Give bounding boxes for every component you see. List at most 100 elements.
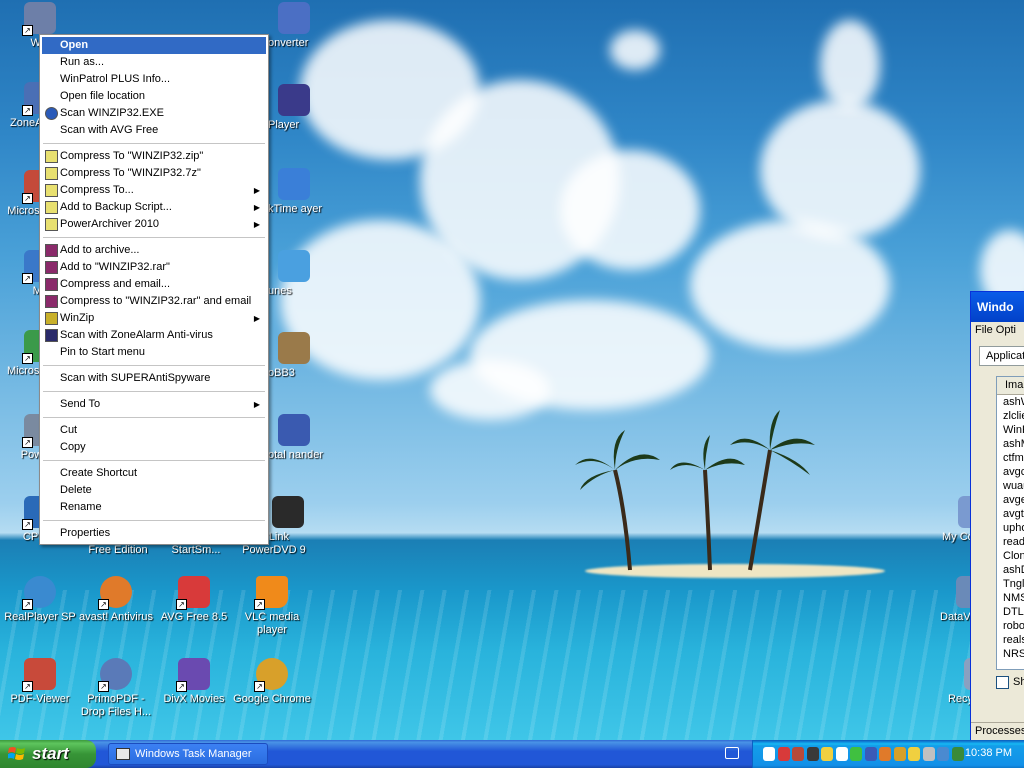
desktop-icon[interactable]: Free Edition bbox=[78, 544, 158, 557]
menu-item[interactable]: Compress and email... bbox=[42, 276, 266, 293]
process-row[interactable]: Tngl bbox=[997, 577, 1024, 591]
desktop-icon[interactable]: ↗ VLC media player bbox=[232, 576, 312, 637]
process-row[interactable]: upho bbox=[997, 521, 1024, 535]
process-row[interactable]: avge bbox=[997, 493, 1024, 507]
menu-item[interactable]: Run as... bbox=[42, 54, 266, 71]
menu-item[interactable]: Create Shortcut bbox=[42, 465, 266, 482]
desktop-icon[interactable]: ↗ DivX Movies bbox=[154, 658, 234, 706]
process-row[interactable]: zlclie bbox=[997, 409, 1024, 423]
desktop-icon-label: Google Chrome bbox=[233, 693, 311, 705]
process-row[interactable]: NRS bbox=[997, 647, 1024, 661]
menu-item[interactable]: Open bbox=[42, 37, 266, 54]
menu-item-label: Compress to "WINZIP32.rar" and email bbox=[60, 295, 252, 307]
status-processes: Processes bbox=[975, 725, 1024, 737]
monitor-tray-icon[interactable] bbox=[937, 747, 949, 761]
menu-item[interactable]: WinPatrol PLUS Info... bbox=[42, 71, 266, 88]
winpatrol-icon[interactable] bbox=[792, 747, 804, 761]
desktop-icon[interactable]: ↗ Google Chrome bbox=[232, 658, 312, 706]
menu-item[interactable]: Add to "WINZIP32.rar" bbox=[42, 259, 266, 276]
archive-icon bbox=[45, 218, 58, 231]
menu-item-label: Copy bbox=[60, 441, 86, 453]
menu-item[interactable]: Add to Backup Script... ▶ bbox=[42, 199, 266, 216]
menu-item[interactable]: Scan WINZIP32.EXE bbox=[42, 105, 266, 122]
start-button[interactable]: start bbox=[0, 740, 96, 768]
process-row[interactable]: avgc bbox=[997, 465, 1024, 479]
menu-item[interactable]: Rename bbox=[42, 499, 266, 516]
desktop-icon[interactable]: ↗ RealPlayer SP bbox=[0, 576, 80, 624]
menu-item[interactable]: Compress To "WINZIP32.zip" bbox=[42, 148, 266, 165]
menu-item-label: Compress To "WINZIP32.7z" bbox=[60, 167, 201, 179]
menu-item[interactable]: Scan with ZoneAlarm Anti-virus bbox=[42, 327, 266, 344]
keyboard-icon[interactable] bbox=[725, 747, 739, 759]
shortcut-arrow-icon: ↗ bbox=[22, 353, 33, 364]
info-tray-icon[interactable] bbox=[864, 747, 877, 761]
menu-item[interactable]: Cut bbox=[42, 422, 266, 439]
cloud bbox=[760, 100, 920, 240]
palm-trees bbox=[575, 410, 815, 571]
process-row[interactable]: read bbox=[997, 535, 1024, 549]
menu-item[interactable]: Compress to "WINZIP32.rar" and email bbox=[42, 293, 266, 310]
winzip-icon bbox=[45, 312, 58, 325]
menu-item[interactable]: WinZip ▶ bbox=[42, 310, 266, 327]
shield-tray-icon[interactable] bbox=[951, 747, 964, 761]
desktop-icon-label: StartSm... bbox=[171, 544, 221, 556]
process-row[interactable]: ctfm bbox=[997, 451, 1024, 465]
desktop-icon[interactable]: StartSm... bbox=[156, 544, 236, 557]
menu-item[interactable]: Compress To... ▶ bbox=[42, 182, 266, 199]
menu-item[interactable]: Add to archive... bbox=[42, 242, 266, 259]
process-row[interactable]: NMS bbox=[997, 591, 1024, 605]
menu-item[interactable]: Pin to Start menu bbox=[42, 344, 266, 361]
process-row[interactable]: ashM bbox=[997, 437, 1024, 451]
clock[interactable]: 10:38 PM bbox=[965, 747, 1012, 759]
warning-tray-icon[interactable] bbox=[908, 747, 920, 761]
menu-item[interactable]: PowerArchiver 2010 ▶ bbox=[42, 216, 266, 233]
menu-bar[interactable]: File Opti bbox=[971, 322, 1024, 340]
show-processes-checkbox[interactable] bbox=[996, 676, 1009, 689]
avg-tray-icon[interactable] bbox=[806, 747, 819, 761]
menu-item[interactable]: Properties bbox=[42, 525, 266, 542]
desktop-icon-label: kTime ayer bbox=[268, 203, 322, 215]
taskbar-button-task-manager[interactable]: Windows Task Manager bbox=[108, 743, 268, 765]
speaker-tray-icon[interactable] bbox=[835, 747, 848, 761]
menu-item[interactable]: Send To ▶ bbox=[42, 396, 266, 413]
menu-item[interactable]: Open file location bbox=[42, 88, 266, 105]
shortcut-arrow-icon: ↗ bbox=[254, 681, 265, 692]
process-row[interactable]: ashD bbox=[997, 563, 1024, 577]
shortcut-arrow-icon: ↗ bbox=[22, 599, 33, 610]
process-row[interactable]: avgt bbox=[997, 507, 1024, 521]
menu-item-label: Add to Backup Script... bbox=[60, 201, 172, 213]
process-row[interactable]: Clon bbox=[997, 549, 1024, 563]
desktop-icon[interactable]: ↗ PrimoPDF - Drop Files H... bbox=[76, 658, 156, 719]
chrome-tray-icon[interactable] bbox=[893, 747, 906, 761]
avast-tray-icon[interactable] bbox=[879, 747, 891, 761]
process-row[interactable]: reals bbox=[997, 633, 1024, 647]
menu-item[interactable]: Scan with AVG Free bbox=[42, 122, 266, 139]
menu-item[interactable]: Copy bbox=[42, 439, 266, 456]
process-row[interactable]: robo bbox=[997, 619, 1024, 633]
process-row[interactable]: WinP bbox=[997, 423, 1024, 437]
menu-item[interactable]: Compress To "WINZIP32.7z" bbox=[42, 165, 266, 182]
app-icon: ↗ bbox=[176, 576, 210, 610]
folder-tray-icon[interactable] bbox=[821, 747, 833, 761]
column-header-image-name[interactable]: Ima bbox=[997, 377, 1024, 395]
zonealarm-tray-icon[interactable] bbox=[777, 747, 790, 761]
process-row[interactable]: DTLi bbox=[997, 605, 1024, 619]
process-list[interactable]: Ima ashWzlclieWinPashMctfmavgcwuauavgeav… bbox=[996, 376, 1024, 670]
menu-item[interactable]: Scan with SUPERAntiSpyware bbox=[42, 370, 266, 387]
bluetooth-icon[interactable] bbox=[763, 747, 775, 761]
winrar-icon bbox=[45, 261, 58, 274]
tab-applications[interactable]: Applicat bbox=[979, 346, 1024, 366]
desktop-icon[interactable]: ↗ AVG Free 8.5 bbox=[154, 576, 234, 624]
network-tray-icon[interactable] bbox=[850, 747, 862, 761]
process-row[interactable]: wuau bbox=[997, 479, 1024, 493]
task-manager-window[interactable]: Windo File Opti Applicat Ima ashWzlclieW… bbox=[970, 291, 1024, 740]
process-row[interactable]: ashW bbox=[997, 395, 1024, 409]
title-bar[interactable]: Windo bbox=[971, 292, 1024, 322]
shortcut-arrow-icon: ↗ bbox=[22, 25, 33, 36]
usb-tray-icon[interactable] bbox=[922, 747, 935, 761]
cloud bbox=[560, 150, 700, 270]
desktop-icon[interactable]: ↗ PDF-Viewer bbox=[0, 658, 80, 706]
desktop-icon[interactable]: ↗ avast! Antivirus bbox=[76, 576, 156, 624]
app-icon bbox=[278, 2, 310, 34]
menu-item[interactable]: Delete bbox=[42, 482, 266, 499]
